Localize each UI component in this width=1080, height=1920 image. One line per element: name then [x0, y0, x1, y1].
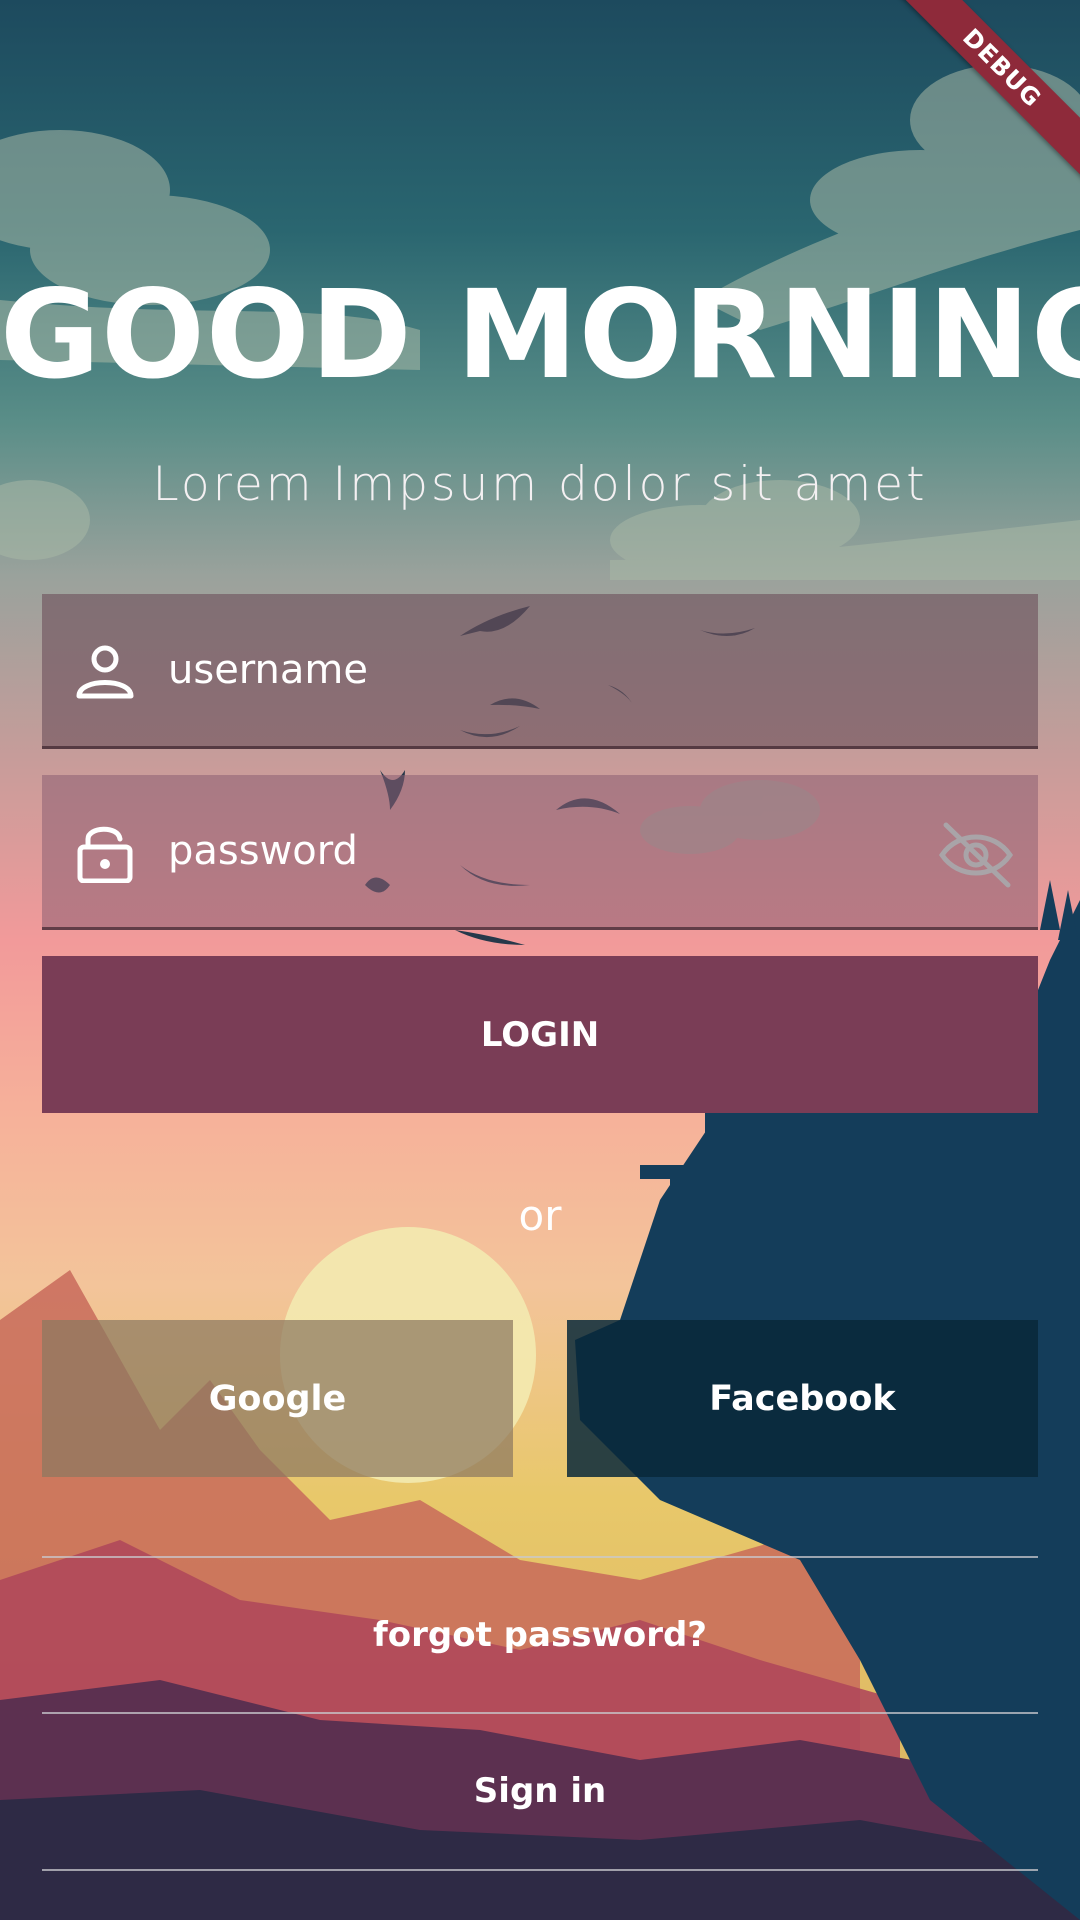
- visibility-off-icon[interactable]: [936, 819, 1016, 889]
- facebook-login-button[interactable]: Facebook: [567, 1320, 1038, 1477]
- google-login-button[interactable]: Google: [42, 1320, 513, 1477]
- sign-in-label: Sign in: [473, 1771, 607, 1811]
- google-button-label: Google: [208, 1378, 347, 1419]
- facebook-button-label: Facebook: [709, 1378, 896, 1419]
- lock-open-icon: [77, 826, 133, 883]
- greeting-subtitle: Lorem Impsum dolor sit amet: [152, 457, 928, 512]
- divider: [42, 1869, 1038, 1871]
- username-placeholder: username: [168, 647, 368, 693]
- divider: [42, 1712, 1038, 1714]
- forgot-password-link[interactable]: forgot password?: [42, 1559, 1038, 1711]
- sign-in-link[interactable]: Sign in: [42, 1715, 1038, 1867]
- username-field[interactable]: username: [42, 594, 1038, 749]
- forgot-password-label: forgot password?: [372, 1615, 708, 1655]
- password-placeholder: password: [168, 828, 358, 874]
- password-field[interactable]: password: [42, 775, 1038, 930]
- greeting-title: GOOD MORNING: [0, 264, 1080, 406]
- login-button[interactable]: LOGIN: [42, 956, 1038, 1113]
- login-button-label: LOGIN: [480, 1014, 600, 1055]
- person-outline-icon: [76, 645, 134, 699]
- divider: [42, 1556, 1038, 1558]
- or-separator: or: [518, 1191, 562, 1240]
